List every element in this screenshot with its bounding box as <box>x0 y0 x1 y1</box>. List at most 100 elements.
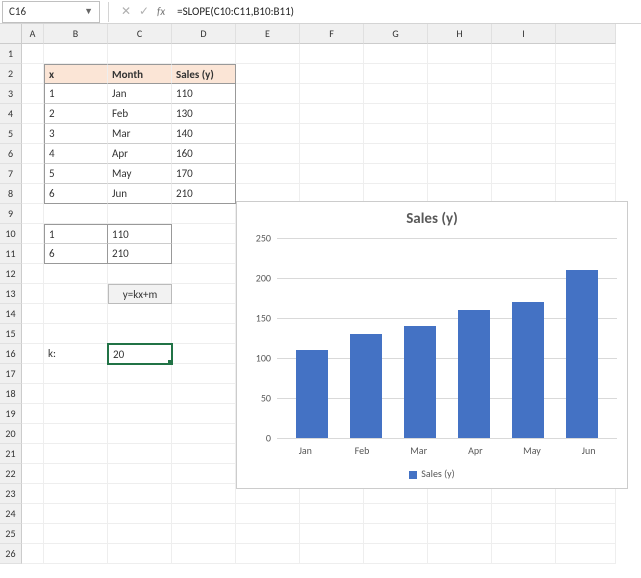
cell-B4[interactable]: 2 <box>44 104 108 124</box>
cell-D24[interactable] <box>172 504 236 524</box>
cell-H6[interactable] <box>428 144 492 164</box>
cell-D16[interactable] <box>172 344 236 364</box>
cell-B1[interactable] <box>44 44 108 64</box>
row-header[interactable]: 15 <box>0 324 22 344</box>
cell-G1[interactable] <box>364 44 428 64</box>
col-header[interactable]: D <box>172 24 236 44</box>
row-header[interactable]: 5 <box>0 124 22 144</box>
cell-E6[interactable] <box>236 144 300 164</box>
cell-B21[interactable] <box>44 444 108 464</box>
cell-A1[interactable] <box>22 44 44 64</box>
cell-F26[interactable] <box>300 544 364 564</box>
cell-C2[interactable]: Month <box>108 64 172 84</box>
cell-D7[interactable]: 170 <box>172 164 236 184</box>
cell-C24[interactable] <box>108 504 172 524</box>
name-box[interactable]: C16 ▼ <box>2 1 100 23</box>
row-header[interactable]: 8 <box>0 184 22 204</box>
cell-B14[interactable] <box>44 304 108 324</box>
cell-C23[interactable] <box>108 484 172 504</box>
cell-J7[interactable] <box>556 164 616 184</box>
cell-C9[interactable] <box>108 204 172 224</box>
cell-E4[interactable] <box>236 104 300 124</box>
cell-J2[interactable] <box>556 64 616 84</box>
cell-G25[interactable] <box>364 524 428 544</box>
cell-D13[interactable] <box>172 284 236 304</box>
row-header[interactable]: 25 <box>0 524 22 544</box>
row-header[interactable]: 7 <box>0 164 22 184</box>
cell-F1[interactable] <box>300 44 364 64</box>
cell-D21[interactable] <box>172 444 236 464</box>
cell-I3[interactable] <box>492 84 556 104</box>
cell-G26[interactable] <box>364 544 428 564</box>
cell-B11[interactable]: 6 <box>44 244 108 264</box>
row-header[interactable]: 24 <box>0 504 22 524</box>
col-header[interactable]: G <box>364 24 428 44</box>
cell-B13[interactable] <box>44 284 108 304</box>
cell-E24[interactable] <box>236 504 300 524</box>
row-header[interactable]: 12 <box>0 264 22 284</box>
bar-Mar[interactable] <box>404 326 436 438</box>
cell-H3[interactable] <box>428 84 492 104</box>
cell-A12[interactable] <box>22 264 44 284</box>
cell-C5[interactable]: Mar <box>108 124 172 144</box>
cell-D8[interactable]: 210 <box>172 184 236 204</box>
cell-A17[interactable] <box>22 364 44 384</box>
cell-F2[interactable] <box>300 64 364 84</box>
check-icon[interactable]: ✓ <box>135 4 153 19</box>
cell-B17[interactable] <box>44 364 108 384</box>
cell-C1[interactable] <box>108 44 172 64</box>
cell-C4[interactable]: Feb <box>108 104 172 124</box>
bar-May[interactable] <box>512 302 544 438</box>
cell-H1[interactable] <box>428 44 492 64</box>
cell-G3[interactable] <box>364 84 428 104</box>
cell-B8[interactable]: 6 <box>44 184 108 204</box>
cell-C15[interactable] <box>108 324 172 344</box>
cell-G6[interactable] <box>364 144 428 164</box>
cell-B9[interactable] <box>44 204 108 224</box>
row-header[interactable]: 20 <box>0 424 22 444</box>
cell-J26[interactable] <box>556 544 616 564</box>
cell-F3[interactable] <box>300 84 364 104</box>
row-header[interactable]: 11 <box>0 244 22 264</box>
cell-D5[interactable]: 140 <box>172 124 236 144</box>
bar-Jun[interactable] <box>566 270 598 438</box>
row-header[interactable]: 1 <box>0 44 22 64</box>
row-header[interactable]: 23 <box>0 484 22 504</box>
cell-H7[interactable] <box>428 164 492 184</box>
cell-D25[interactable] <box>172 524 236 544</box>
cell-C8[interactable]: Jun <box>108 184 172 204</box>
cell-B22[interactable] <box>44 464 108 484</box>
cell-F6[interactable] <box>300 144 364 164</box>
cell-C20[interactable] <box>108 424 172 444</box>
cell-I5[interactable] <box>492 124 556 144</box>
cell-B19[interactable] <box>44 404 108 424</box>
col-header[interactable]: E <box>236 24 300 44</box>
cell-B2[interactable]: x <box>44 64 108 84</box>
cell-A26[interactable] <box>22 544 44 564</box>
cell-A21[interactable] <box>22 444 44 464</box>
cell-F5[interactable] <box>300 124 364 144</box>
cell-D4[interactable]: 130 <box>172 104 236 124</box>
cell-J3[interactable] <box>556 84 616 104</box>
cell-A20[interactable] <box>22 424 44 444</box>
cell-C26[interactable] <box>108 544 172 564</box>
cell-B12[interactable] <box>44 264 108 284</box>
embedded-chart[interactable]: Sales (y) Sales (y) 050100150200250JanFe… <box>236 201 628 489</box>
cell-D12[interactable] <box>172 264 236 284</box>
row-header[interactable]: 3 <box>0 84 22 104</box>
cell-J5[interactable] <box>556 124 616 144</box>
cell-H24[interactable] <box>428 504 492 524</box>
cell-J4[interactable] <box>556 104 616 124</box>
cell-I25[interactable] <box>492 524 556 544</box>
col-header[interactable]: H <box>428 24 492 44</box>
cell-H25[interactable] <box>428 524 492 544</box>
cell-I6[interactable] <box>492 144 556 164</box>
row-header[interactable]: 14 <box>0 304 22 324</box>
cell-E3[interactable] <box>236 84 300 104</box>
cell-C19[interactable] <box>108 404 172 424</box>
cell-A5[interactable] <box>22 124 44 144</box>
cell-C3[interactable]: Jan <box>108 84 172 104</box>
cell-C12[interactable] <box>108 264 172 284</box>
cell-B20[interactable] <box>44 424 108 444</box>
cell-D10[interactable] <box>172 224 236 244</box>
